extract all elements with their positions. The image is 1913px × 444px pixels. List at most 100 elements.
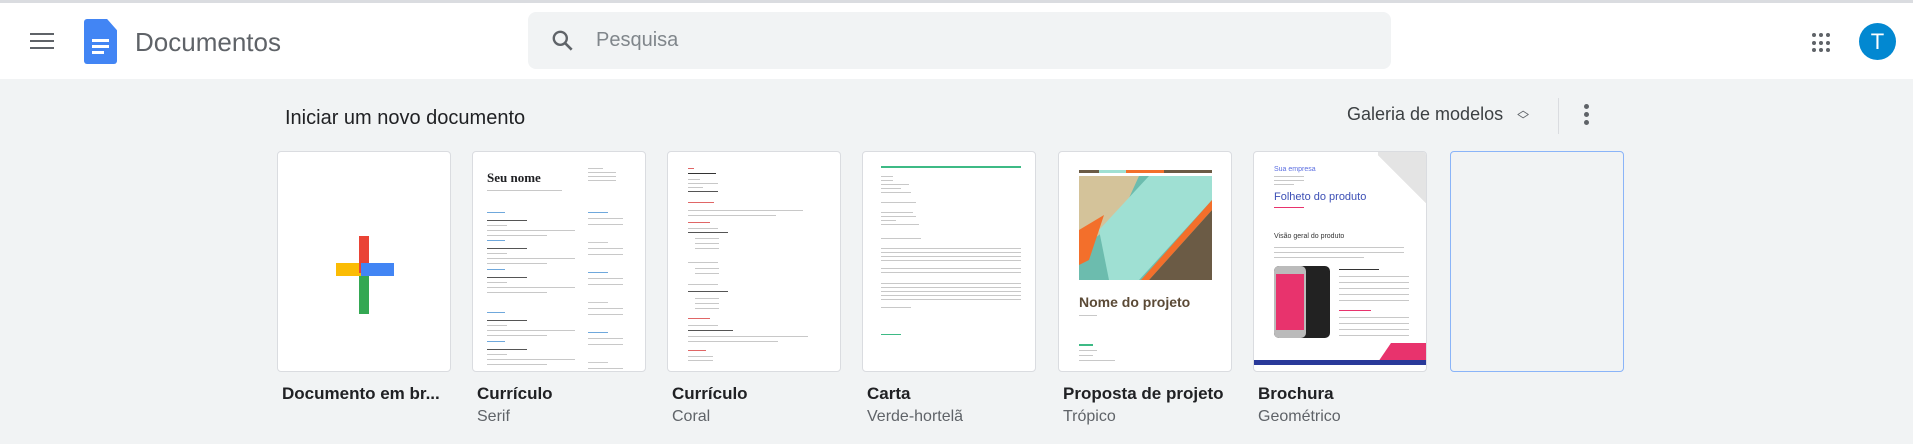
preview-line bbox=[695, 303, 719, 304]
preview-line bbox=[881, 256, 1021, 257]
search-icon[interactable] bbox=[550, 28, 576, 54]
template-resume-serif[interactable]: Seu nome bbox=[472, 151, 646, 372]
template-letter-mint[interactable] bbox=[862, 151, 1036, 372]
preview-line bbox=[588, 278, 623, 279]
preview-line bbox=[487, 269, 505, 270]
more-options-icon[interactable] bbox=[1581, 104, 1591, 128]
preview-line bbox=[1339, 288, 1409, 289]
preview-line bbox=[1339, 335, 1409, 336]
apps-grid-icon[interactable] bbox=[1812, 33, 1832, 53]
template-subtitle: Verde-hortelã bbox=[867, 408, 964, 425]
template-blank[interactable] bbox=[277, 151, 451, 372]
preview-line bbox=[1274, 207, 1304, 208]
preview-line bbox=[487, 248, 527, 249]
preview-line bbox=[881, 287, 1021, 288]
preview-line bbox=[695, 238, 719, 239]
preview-line bbox=[688, 284, 718, 285]
preview-line bbox=[588, 172, 616, 173]
template-brochure[interactable]: Sua empresa Folheto do produto Visão ger… bbox=[1253, 151, 1427, 372]
search-bar[interactable] bbox=[528, 12, 1391, 69]
preview-line bbox=[688, 341, 778, 342]
unfold-icon: ︿ ﹀ bbox=[1517, 102, 1530, 127]
preview-line bbox=[1339, 276, 1409, 277]
template-placeholder-focused[interactable] bbox=[1450, 151, 1624, 372]
preview-line bbox=[487, 240, 505, 241]
preview-line bbox=[688, 356, 713, 357]
preview-line bbox=[588, 344, 623, 345]
template-subtitle: Geométrico bbox=[1258, 408, 1341, 425]
preview-line bbox=[588, 218, 623, 219]
avatar[interactable]: T bbox=[1859, 23, 1896, 60]
preview-line bbox=[588, 314, 623, 315]
preview-line bbox=[688, 222, 710, 223]
preview-line bbox=[487, 287, 575, 288]
template-resume-coral[interactable] bbox=[667, 151, 841, 372]
preview-line bbox=[1339, 329, 1409, 330]
preview-line bbox=[695, 298, 719, 299]
preview-line bbox=[588, 308, 623, 309]
preview-line bbox=[588, 332, 608, 333]
preview-line bbox=[588, 302, 608, 303]
preview-line bbox=[588, 368, 623, 369]
template-title: Carta bbox=[867, 384, 911, 403]
preview-line bbox=[688, 330, 733, 331]
preview-line bbox=[695, 248, 719, 249]
preview-line bbox=[487, 282, 507, 283]
preview-line bbox=[688, 173, 716, 174]
preview-line bbox=[688, 262, 718, 263]
preview-line bbox=[1339, 317, 1409, 318]
template-title: Brochura bbox=[1258, 384, 1334, 403]
preview-line bbox=[688, 168, 694, 169]
preview-line bbox=[1274, 184, 1294, 185]
docs-logo-icon[interactable] bbox=[84, 19, 117, 64]
preview-heading: Folheto do produto bbox=[1274, 191, 1367, 203]
preview-line bbox=[588, 338, 623, 339]
preview-line bbox=[487, 325, 507, 326]
preview-line bbox=[881, 224, 919, 225]
preview-line bbox=[487, 292, 547, 293]
preview-line bbox=[588, 180, 616, 181]
preview-line bbox=[588, 254, 623, 255]
preview-line bbox=[881, 184, 909, 185]
divider bbox=[1558, 98, 1559, 134]
preview-line bbox=[1339, 269, 1379, 270]
preview-line bbox=[1339, 282, 1409, 283]
gallery-label: Galeria de modelos bbox=[1347, 104, 1504, 124]
template-subtitle: Serif bbox=[477, 408, 510, 425]
preview-line bbox=[1339, 300, 1409, 301]
preview-line bbox=[695, 273, 719, 274]
preview-line bbox=[487, 235, 547, 236]
preview-line bbox=[1339, 294, 1409, 295]
preview-line bbox=[487, 230, 575, 231]
preview-line bbox=[588, 224, 623, 225]
preview-heading: Seu nome bbox=[487, 170, 541, 185]
preview-line bbox=[688, 187, 703, 188]
preview-line bbox=[881, 202, 916, 203]
preview-line bbox=[1339, 310, 1371, 311]
preview-line bbox=[881, 192, 911, 193]
preview-line bbox=[688, 202, 714, 203]
preview-line bbox=[688, 179, 700, 180]
template-subtitle: Trópico bbox=[1063, 408, 1116, 425]
menu-icon[interactable] bbox=[30, 33, 54, 51]
preview-line bbox=[487, 330, 575, 331]
template-gallery-button[interactable]: Galeria de modelos ︿ ﹀ bbox=[1347, 102, 1530, 127]
preview-line bbox=[688, 336, 808, 337]
preview-line bbox=[881, 268, 1021, 269]
app-title[interactable]: Documentos bbox=[135, 27, 281, 58]
template-title: Currículo bbox=[672, 384, 748, 403]
preview-line bbox=[688, 350, 706, 351]
preview-line bbox=[1274, 180, 1304, 181]
preview-subheading: Visão geral do produto bbox=[1274, 233, 1345, 240]
search-input[interactable] bbox=[596, 24, 1296, 56]
template-project-proposal[interactable]: Nome do projeto bbox=[1058, 151, 1232, 372]
preview-line bbox=[688, 228, 718, 229]
template-title: Currículo bbox=[477, 384, 553, 403]
preview-line bbox=[881, 248, 1021, 249]
preview-line bbox=[688, 318, 710, 319]
app-header: Documentos T bbox=[0, 3, 1913, 79]
preview-line bbox=[881, 180, 893, 181]
preview-line bbox=[487, 212, 505, 213]
preview-line bbox=[487, 359, 575, 360]
preview-line bbox=[881, 272, 1021, 273]
